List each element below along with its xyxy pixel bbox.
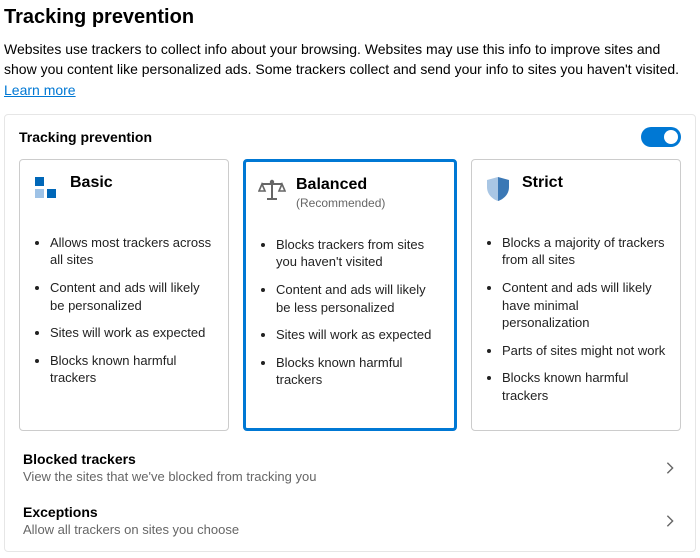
list-item: Blocks a majority of trackers from all s… [502,234,668,269]
list-item: Blocks trackers from sites you haven't v… [276,236,442,271]
card-basic-title: Basic [70,174,113,192]
page-description-text: Websites use trackers to collect info ab… [4,41,679,77]
list-item: Blocks known harmful trackers [276,354,442,389]
list-item: Blocks known harmful trackers [502,369,668,404]
card-basic[interactable]: Basic Allows most trackers across all si… [19,159,229,431]
list-item: Parts of sites might not work [502,342,668,360]
list-item: Sites will work as expected [50,324,216,342]
list-item: Content and ads will likely have minimal… [502,279,668,332]
chevron-right-icon [663,514,677,528]
page-title: Tracking prevention [4,6,696,29]
list-item: Content and ads will likely be personali… [50,279,216,314]
blocked-trackers-row[interactable]: Blocked trackers View the sites that we'… [19,439,681,484]
card-basic-head: Basic [32,174,216,220]
blocked-trackers-title: Blocked trackers [23,451,316,467]
blocked-trackers-desc: View the sites that we've blocked from t… [23,469,316,484]
list-item: Allows most trackers across all sites [50,234,216,269]
tracking-prevention-panel: Tracking prevention Basic Allows most tr… [4,114,696,552]
level-cards: Basic Allows most trackers across all si… [19,159,681,431]
card-balanced-list: Blocks trackers from sites you haven't v… [258,236,442,389]
card-basic-list: Allows most trackers across all sites Co… [32,234,216,387]
card-balanced-subtitle: (Recommended) [296,196,385,210]
exceptions-row[interactable]: Exceptions Allow all trackers on sites y… [19,492,681,537]
balance-scale-icon [258,176,286,204]
card-strict-title: Strict [522,174,563,192]
card-strict[interactable]: Strict Blocks a majority of trackers fro… [471,159,681,431]
card-balanced-title: Balanced [296,176,385,194]
basic-icon [32,174,60,202]
exceptions-title: Exceptions [23,504,239,520]
card-balanced[interactable]: Balanced (Recommended) Blocks trackers f… [243,159,457,431]
card-strict-head: Strict [484,174,668,220]
chevron-right-icon [663,461,677,475]
list-item: Sites will work as expected [276,326,442,344]
tracking-prevention-toggle[interactable] [641,127,681,147]
panel-header: Tracking prevention [19,127,681,147]
panel-title: Tracking prevention [19,129,152,145]
page-description: Websites use trackers to collect info ab… [4,39,696,100]
shield-icon [484,174,512,202]
card-balanced-head: Balanced (Recommended) [258,176,442,222]
exceptions-desc: Allow all trackers on sites you choose [23,522,239,537]
learn-more-link[interactable]: Learn more [4,82,76,98]
list-item: Content and ads will likely be less pers… [276,281,442,316]
list-item: Blocks known harmful trackers [50,352,216,387]
card-strict-list: Blocks a majority of trackers from all s… [484,234,668,404]
